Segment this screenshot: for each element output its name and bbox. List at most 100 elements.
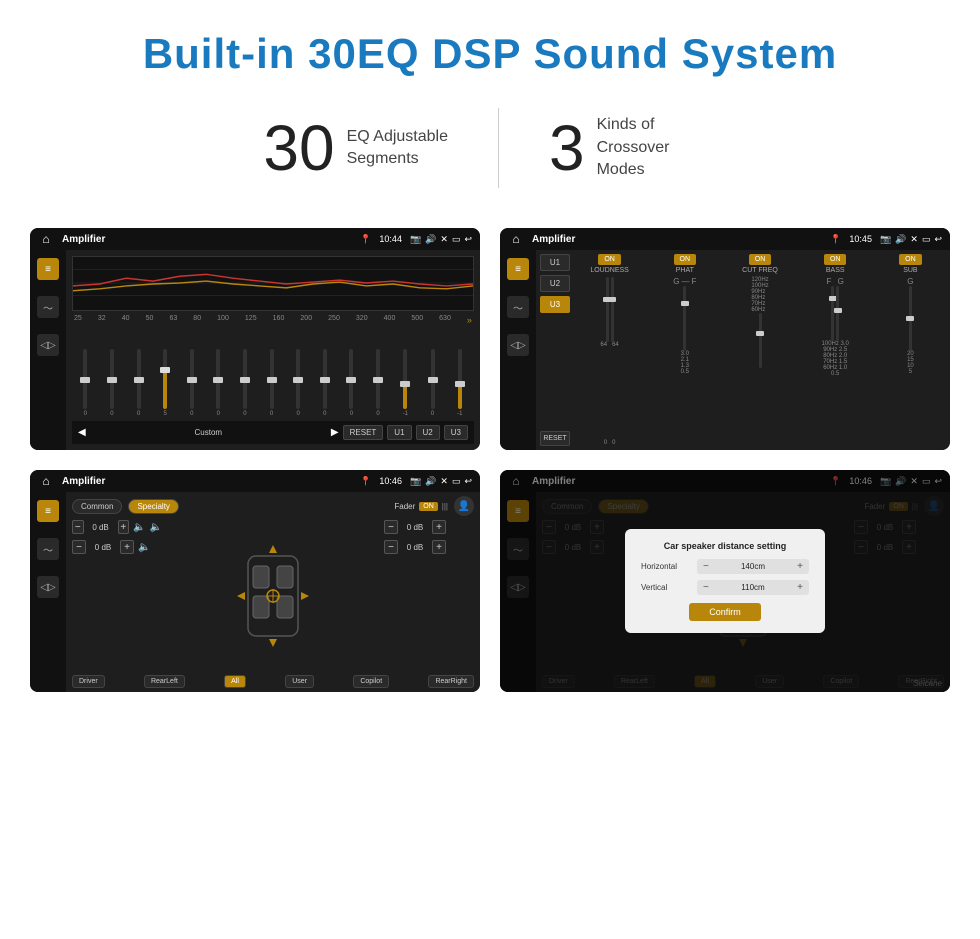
fl-plus[interactable]: + [118,520,130,534]
eq-reset-button[interactable]: RESET [343,425,384,440]
preset-u3[interactable]: U3 [540,296,570,313]
location-icon-3: 📍 [360,476,371,487]
bass-toggle[interactable]: ON [824,254,847,265]
location-icon: 📍 [360,234,371,245]
vertical-plus[interactable]: + [797,582,803,593]
eq-slider-12[interactable]: -1 [403,349,408,417]
distance-dialog-overlay: Car speaker distance setting Horizontal … [500,470,950,692]
crossover-screen: ⌂ Amplifier 📍 10:45 📷 🔊 ✕ ▭ ↩ ≡ 〜 ◁▷ U1 [500,228,950,450]
rearleft-button[interactable]: RearLeft [144,675,185,688]
rr-minus[interactable]: − [384,540,398,554]
fl-speaker-icon2: 🔈 [150,522,162,533]
vertical-control[interactable]: − 110cm + [697,580,809,595]
person-icon: 👤 [454,496,474,516]
crossover-sidebar-icon-vol[interactable]: ◁▷ [507,334,529,356]
fader-bottom-bar: Driver RearLeft All User Copilot RearRig… [72,675,474,688]
eq-slider-11[interactable]: 0 [376,349,380,417]
eq-slider-7[interactable]: 0 [270,349,274,417]
eq-u1-button[interactable]: U1 [387,425,411,440]
eq-slider-2[interactable]: 0 [137,349,141,417]
eq-slider-14[interactable]: -1 [457,349,462,417]
rr-db: 0 dB [402,543,428,552]
crossover-presets: U1 U2 U3 RESET [540,254,570,446]
crossover-reset-button[interactable]: RESET [540,431,570,446]
eq-slider-0[interactable]: 0 [83,349,87,417]
fader-label: Fader ON ||| [394,502,448,511]
dialog-title: Car speaker distance setting [641,541,809,551]
window-icon-3: ▭ [452,476,461,487]
sub-toggle[interactable]: ON [899,254,922,265]
phat-label: PHAT [676,267,694,274]
rr-plus[interactable]: + [432,540,446,554]
fader-status-icons: 📍 10:46 📷 🔊 ✕ ▭ ↩ [360,476,472,487]
common-mode-button[interactable]: Common [72,499,122,514]
user-button[interactable]: User [285,675,314,688]
fr-minus[interactable]: − [384,520,398,534]
cutfreq-toggle[interactable]: ON [749,254,772,265]
eq-sidebar-icon-tune[interactable]: ≡ [37,258,59,280]
eq-preset-label: Custom [90,428,327,437]
eq-slider-5[interactable]: 0 [216,349,220,417]
fader-toggle[interactable]: ON [419,502,438,511]
eq-slider-9[interactable]: 0 [323,349,327,417]
rearright-button[interactable]: RearRight [428,675,474,688]
window-icon: ▭ [452,234,461,245]
crossover-sidebar: ≡ 〜 ◁▷ [500,250,536,450]
close-icon-2: ✕ [910,234,918,245]
fader-sidebar: ≡ 〜 ◁▷ [30,492,66,692]
horizontal-plus[interactable]: + [797,561,803,572]
volume-icon-3: 🔊 [425,476,436,487]
eq-status-bar: ⌂ Amplifier 📍 10:44 📷 🔊 ✕ ▭ ↩ [30,228,480,250]
eq-slider-6[interactable]: 0 [243,349,247,417]
crossover-status-bar: ⌂ Amplifier 📍 10:45 📷 🔊 ✕ ▭ ↩ [500,228,950,250]
preset-u1[interactable]: U1 [540,254,570,271]
horizontal-control[interactable]: − 140cm + [697,559,809,574]
eq-slider-8[interactable]: 0 [296,349,300,417]
fl-minus[interactable]: − [72,520,84,534]
eq-next-button[interactable]: ▶ [331,427,339,438]
crossover-channels: ON LOUDNESS 64 64 0 0 ON PHAT [574,254,946,446]
eq-slider-4[interactable]: 0 [190,349,194,417]
eq-slider-10[interactable]: 0 [349,349,353,417]
driver-button[interactable]: Driver [72,675,105,688]
fader-main: Common Specialty Fader ON ||| 👤 − 0 dB [66,492,480,692]
eq-sidebar-icon-vol[interactable]: ◁▷ [37,334,59,356]
fader-sidebar-icon-vol[interactable]: ◁▷ [37,576,59,598]
fader-channel-fr: − 0 dB + [384,520,474,534]
phat-toggle[interactable]: ON [674,254,697,265]
vertical-minus[interactable]: − [703,582,709,593]
all-button[interactable]: All [224,675,246,688]
crossover-sidebar-icon-tune[interactable]: ≡ [507,258,529,280]
eq-prev-button[interactable]: ◀ [78,427,86,438]
eq-u2-button[interactable]: U2 [416,425,440,440]
loudness-toggle[interactable]: ON [598,254,621,265]
fader-screen: ⌂ Amplifier 📍 10:46 📷 🔊 ✕ ▭ ↩ ≡ 〜 ◁▷ Com… [30,470,480,692]
fader-sidebar-icon-tune[interactable]: ≡ [37,500,59,522]
specialty-mode-button[interactable]: Specialty [128,499,178,514]
eq-sidebar-icon-wave[interactable]: 〜 [37,296,59,318]
page-title: Built-in 30EQ DSP Sound System [20,30,960,78]
horizontal-minus[interactable]: − [703,561,709,572]
fader-channel-fl: − 0 dB + 🔈 🔈 [72,520,162,534]
stats-row: 30 EQ AdjustableSegments 3 Kinds ofCross… [0,98,980,218]
eq-slider-13[interactable]: 0 [431,349,435,417]
fader-status-bar: ⌂ Amplifier 📍 10:46 📷 🔊 ✕ ▭ ↩ [30,470,480,492]
fader-content: ≡ 〜 ◁▷ Common Specialty Fader ON ||| 👤 [30,492,480,692]
fr-db: 0 dB [402,523,428,532]
bass-label: BASS [826,267,845,274]
eq-slider-3[interactable]: 5 [163,349,167,417]
fr-plus[interactable]: + [432,520,446,534]
copilot-button[interactable]: Copilot [353,675,389,688]
home-icon-2: ⌂ [508,231,524,247]
eq-slider-1[interactable]: 0 [110,349,114,417]
horizontal-label: Horizontal [641,562,691,571]
back-icon-3: ↩ [464,476,472,487]
rl-plus[interactable]: + [120,540,134,554]
eq-u3-button[interactable]: U3 [444,425,468,440]
crossover-sidebar-icon-wave[interactable]: 〜 [507,296,529,318]
fader-sidebar-icon-wave[interactable]: 〜 [37,538,59,560]
confirm-button[interactable]: Confirm [689,603,761,621]
rl-minus[interactable]: − [72,540,86,554]
screenshots-grid: ⌂ Amplifier 📍 10:44 📷 🔊 ✕ ▭ ↩ ≡ 〜 ◁▷ [0,218,980,722]
preset-u2[interactable]: U2 [540,275,570,292]
